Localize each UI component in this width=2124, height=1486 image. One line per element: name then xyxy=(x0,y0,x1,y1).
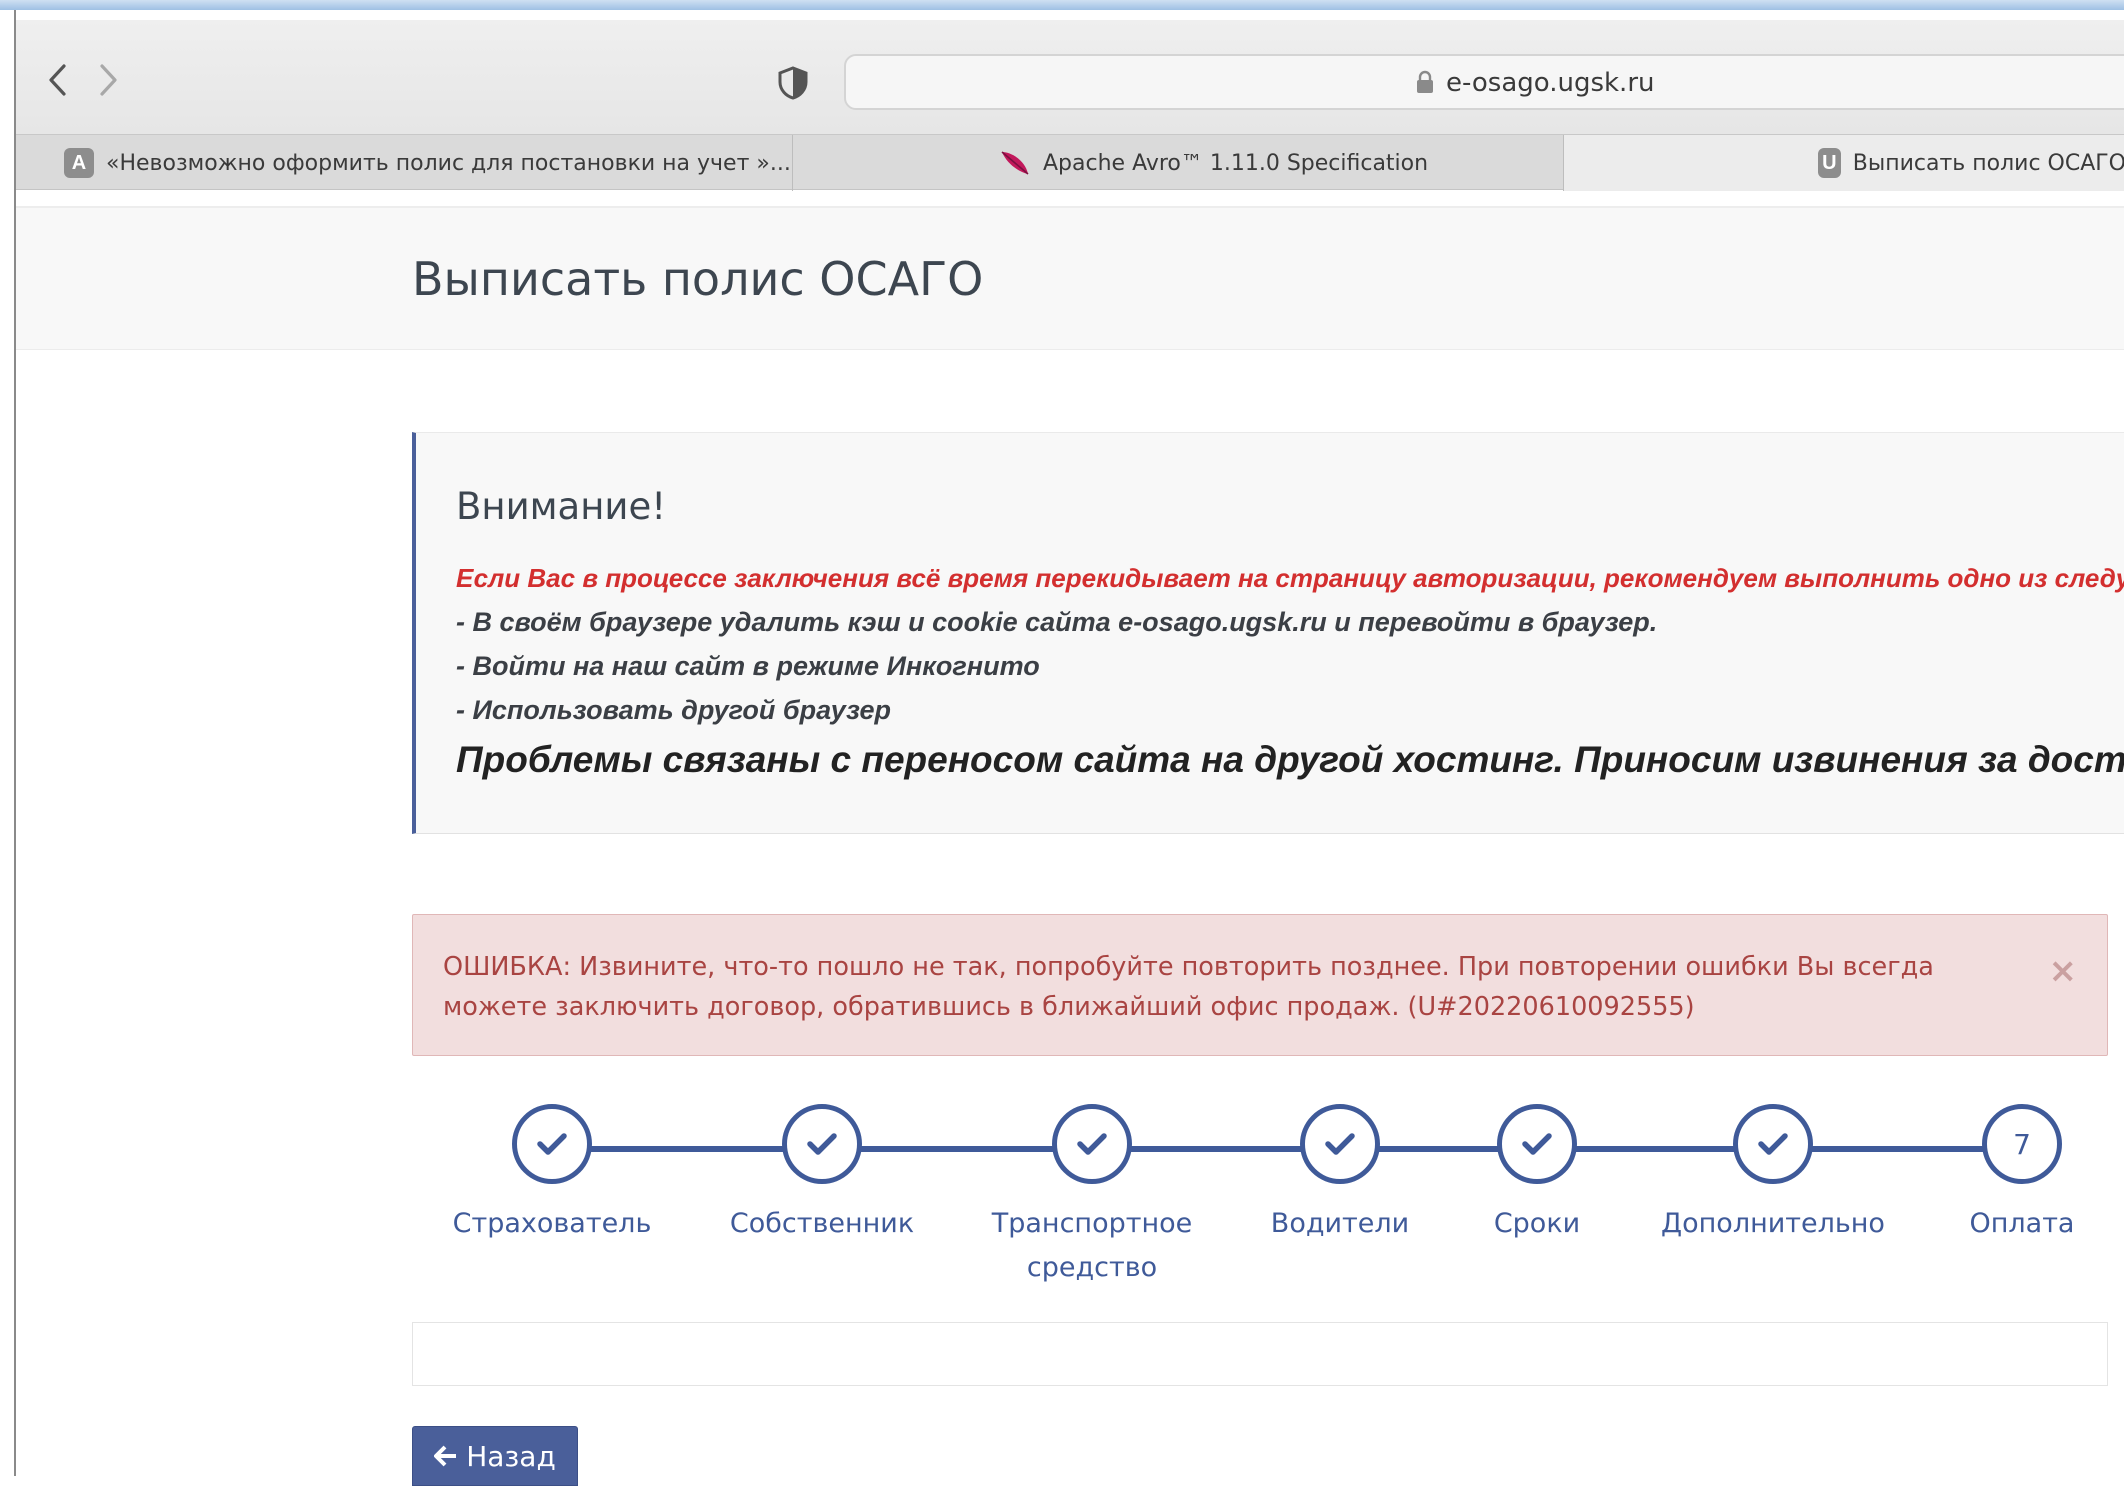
error-alert: ОШИБКА: Извините, что-то пошло не так, п… xyxy=(412,914,2108,1056)
back-nav-button[interactable] xyxy=(38,60,78,100)
browser-toolbar: e-osago.ugsk.ru xyxy=(16,20,2124,134)
step-number: 7 xyxy=(1982,1104,2062,1184)
check-icon xyxy=(782,1104,862,1184)
tab-2[interactable]: Apache Avro™ 1.11.0 Specification xyxy=(793,135,1563,191)
tab-3-active[interactable]: U Выписать полис ОСАГО xyxy=(1564,135,2124,191)
desktop-strip xyxy=(0,0,2124,10)
notice-heading: Внимание! xyxy=(456,485,667,528)
tab-1-favicon: A xyxy=(64,148,94,178)
url-text: e-osago.ugsk.ru xyxy=(1446,68,1655,98)
tab-3-title: Выписать полис ОСАГО xyxy=(1852,150,2124,176)
tab-bar: A «Невозможно оформить полис для постано… xyxy=(16,134,2124,191)
step-label: Страхователь xyxy=(452,1208,652,1239)
feather-icon xyxy=(1001,151,1029,175)
privacy-shield-icon[interactable] xyxy=(776,66,810,100)
notice-item: - Использовать другой браузер xyxy=(456,695,892,725)
notice-panel: Внимание! Если Вас в процессе заключения… xyxy=(412,432,2124,834)
close-icon[interactable]: × xyxy=(2049,951,2078,991)
tab-1[interactable]: A «Невозможно оформить полис для постано… xyxy=(16,135,792,191)
lock-icon xyxy=(1417,70,1433,93)
step-label: Оплата xyxy=(1969,1208,2075,1239)
check-icon xyxy=(1300,1104,1380,1184)
tab-3-favicon: U xyxy=(1818,148,1841,178)
browser-window: e-osago.ugsk.ru A «Невозможно оформить п… xyxy=(14,10,2124,1486)
back-button-label: Назад xyxy=(466,1439,556,1473)
back-button[interactable]: Назад xyxy=(412,1426,578,1486)
tab-2-title: Apache Avro™ 1.11.0 Specification xyxy=(1043,150,1429,176)
step-label: Собственник xyxy=(729,1208,915,1239)
notice-item: - В своём браузере удалить кэш и cookie … xyxy=(456,607,1658,637)
notice-item: - Войти на наш сайт в режиме Инкогнито xyxy=(456,651,1040,681)
tab-1-title: «Невозможно оформить полис для постановк… xyxy=(106,150,791,176)
chevron-left-icon xyxy=(49,64,66,96)
address-bar[interactable]: e-osago.ugsk.ru xyxy=(844,54,2124,110)
chevron-right-icon xyxy=(100,64,117,96)
check-icon xyxy=(1733,1104,1813,1184)
notice-big-line: Проблемы связаны с переносом сайта на др… xyxy=(456,739,2124,780)
check-icon xyxy=(1052,1104,1132,1184)
step-label: Транспортное средство xyxy=(991,1208,1193,1283)
page-header: Выписать полис ОСАГО xyxy=(16,206,2124,350)
arrow-left-icon xyxy=(434,1445,457,1467)
progress-steps: Страхователь Собственник Транспортное ср… xyxy=(412,1090,2108,1310)
check-icon xyxy=(512,1104,592,1184)
notice-red-line: Если Вас в процессе заключения всё время… xyxy=(456,563,2124,593)
error-text: ОШИБКА: Извините, что-то пошло не так, п… xyxy=(443,952,1934,1022)
forward-nav-button[interactable] xyxy=(88,60,128,100)
content-box xyxy=(412,1322,2108,1386)
page-title: Выписать полис ОСАГО xyxy=(412,252,984,306)
check-icon xyxy=(1497,1104,1577,1184)
